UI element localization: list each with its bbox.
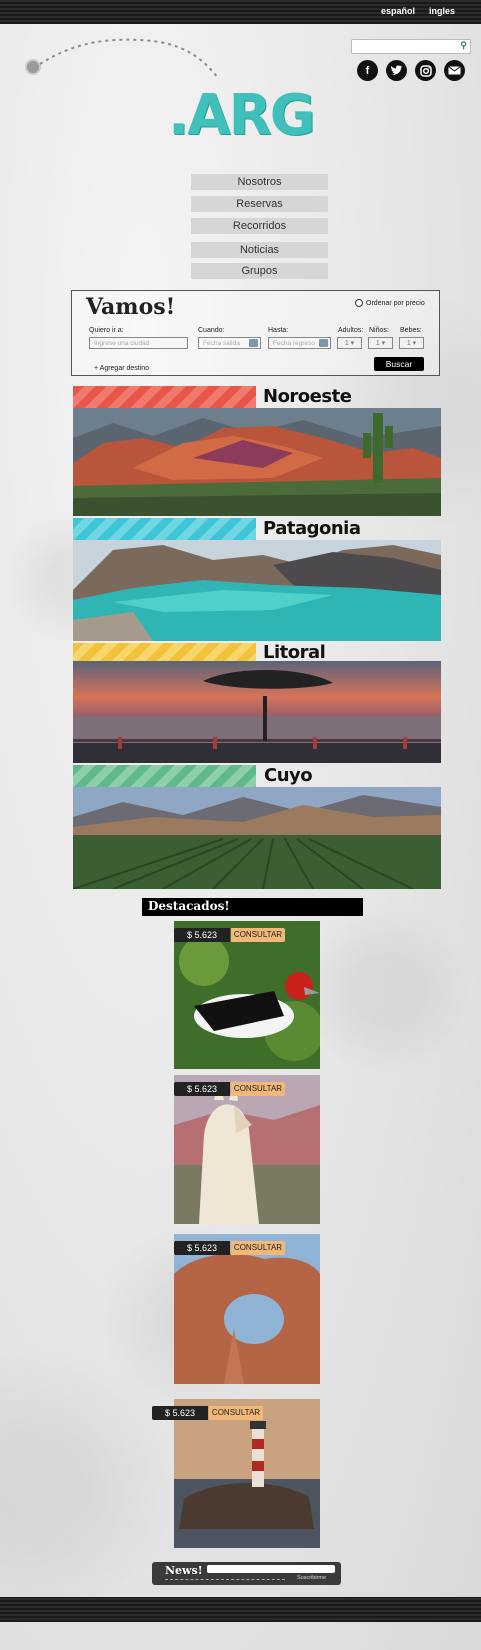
consult-button[interactable]: CONSULTAR — [231, 1241, 285, 1255]
region-patagonia[interactable]: Patagonia — [73, 518, 441, 641]
card-photo-woodpecker — [174, 921, 320, 1069]
featured-header: Destacados! — [142, 898, 363, 916]
price-tag: $ 5.623 — [174, 1082, 230, 1096]
subscribe-button[interactable]: Suscribirme — [297, 1575, 326, 1581]
featured-card[interactable]: $ 5.623 CONSULTAR — [152, 1399, 324, 1548]
nav-item-nosotros[interactable]: Nosotros — [191, 174, 328, 190]
region-stripe — [73, 386, 256, 408]
adults-select[interactable]: 1 ▾ — [337, 337, 362, 349]
region-photo[interactable] — [73, 661, 441, 763]
babies-select[interactable]: 1 ▾ — [399, 337, 424, 349]
region-noroeste[interactable]: Noroeste — [73, 386, 441, 516]
consult-button[interactable]: CONSULTAR — [231, 1082, 285, 1096]
kids-select[interactable]: 1 ▾ — [368, 337, 393, 349]
card-photo-lighthouse — [174, 1399, 320, 1548]
featured-card[interactable]: $ 5.623 CONSULTAR — [174, 1075, 320, 1224]
adults-value: 1 — [344, 340, 349, 347]
return-date-input[interactable]: Fecha regreso — [268, 337, 331, 349]
newsletter-divider — [165, 1579, 285, 1580]
price-tag: $ 5.623 — [174, 928, 230, 942]
nav-item-reservas[interactable]: Reservas — [191, 196, 328, 212]
search-button[interactable]: Buscar — [374, 357, 424, 371]
departure-date-placeholder: Fecha salida — [203, 340, 240, 347]
region-title[interactable]: Cuyo — [264, 765, 313, 786]
newsletter-email-input[interactable] — [207, 1565, 335, 1573]
featured-title: Destacados! — [148, 899, 230, 913]
return-date-placeholder: Fecha regreso — [273, 340, 315, 347]
calendar-icon[interactable] — [319, 339, 328, 347]
region-photo[interactable] — [73, 540, 441, 641]
kids-value: 1 — [375, 340, 380, 347]
region-title[interactable]: Noroeste — [263, 386, 352, 407]
region-title[interactable]: Litoral — [263, 642, 326, 663]
card-photo-llama — [174, 1075, 320, 1224]
featured-card[interactable]: $ 5.623 CONSULTAR — [174, 921, 320, 1069]
region-title[interactable]: Patagonia — [263, 518, 361, 539]
order-by-price-label: Ordenar por precio — [366, 299, 425, 307]
newsletter-box: News! Suscribirme — [152, 1562, 341, 1585]
region-photo[interactable] — [73, 787, 441, 889]
price-tag: $ 5.623 — [152, 1406, 208, 1420]
nav-item-recorridos[interactable]: Recorridos — [191, 218, 328, 234]
nav-item-noticias[interactable]: Noticias — [191, 242, 328, 258]
babies-label: Bebes: — [400, 327, 422, 334]
footer-bar — [0, 1597, 481, 1622]
booking-form: Vamos! Ordenar por precio Quiero ir a: I… — [71, 290, 440, 376]
consult-button[interactable]: CONSULTAR — [209, 1406, 263, 1420]
region-cuyo[interactable]: Cuyo — [73, 765, 441, 889]
price-tag: $ 5.623 — [174, 1241, 230, 1255]
calendar-icon[interactable] — [249, 339, 258, 347]
adults-label: Adultos: — [338, 327, 364, 334]
order-by-price-option[interactable]: Ordenar por precio — [355, 299, 425, 307]
kids-label: Niños: — [369, 327, 389, 334]
destination-label: Quiero ir a: — [89, 327, 124, 334]
when-label: Cuando: — [198, 327, 225, 334]
newsletter-title: News! — [165, 1564, 203, 1577]
departure-date-input[interactable]: Fecha salida — [198, 337, 261, 349]
region-stripe — [73, 518, 256, 540]
region-litoral[interactable]: Litoral — [73, 642, 441, 763]
region-photo[interactable] — [73, 408, 441, 516]
site-logo[interactable]: .ARG — [168, 86, 316, 146]
destination-input[interactable]: Ingrese una ciudad — [89, 337, 188, 349]
featured-card[interactable]: $ 5.623 CONSULTAR — [174, 1234, 320, 1384]
region-stripe — [73, 765, 256, 787]
consult-button[interactable]: CONSULTAR — [231, 928, 285, 942]
until-label: Hasta: — [268, 327, 289, 334]
card-photo-rock-arch — [174, 1234, 320, 1384]
babies-value: 1 — [406, 340, 411, 347]
add-destination-link[interactable]: + Agregar destino — [94, 365, 149, 372]
booking-title: Vamos! — [86, 294, 176, 320]
order-radio[interactable] — [355, 299, 363, 307]
region-stripe — [73, 643, 256, 661]
nav-item-grupos[interactable]: Grupos — [191, 263, 328, 279]
